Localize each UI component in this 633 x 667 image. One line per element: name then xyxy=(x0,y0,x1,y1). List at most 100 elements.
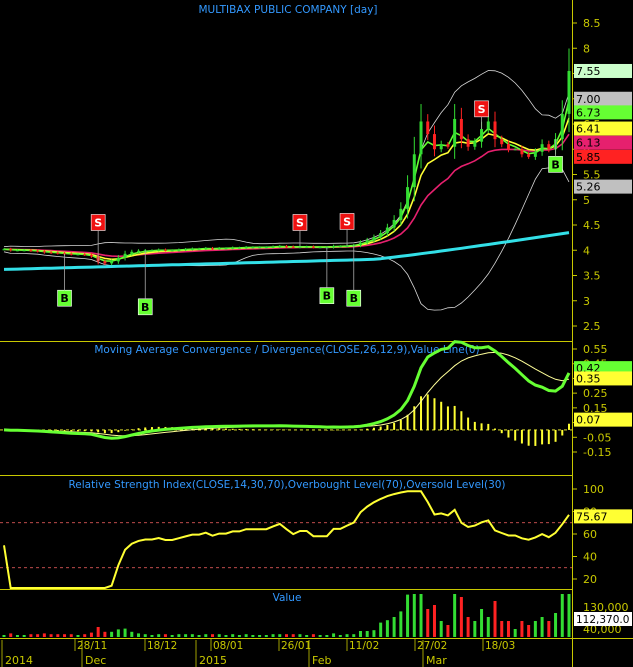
volume-bar xyxy=(103,631,107,637)
candle-body xyxy=(466,139,470,147)
volume-bar xyxy=(231,634,235,637)
date-sub-label: 27/02 xyxy=(417,640,447,652)
candle-body xyxy=(29,250,33,252)
volume-bar xyxy=(399,611,403,637)
candle-body xyxy=(406,187,410,209)
candle-body xyxy=(110,261,114,264)
volume-bar xyxy=(325,635,329,637)
price-value-label: 6.13 xyxy=(574,135,632,150)
candle-body xyxy=(15,250,19,252)
date-sub-label: 18/03 xyxy=(485,640,515,652)
volume-bar xyxy=(150,635,154,637)
volume-bar xyxy=(96,627,100,637)
candle-body xyxy=(358,242,362,246)
candle-body xyxy=(130,251,134,254)
candle-body xyxy=(116,257,120,262)
date-sub-label: 11/02 xyxy=(349,640,379,652)
volume-value-labels: 112,370.0 xyxy=(574,612,632,626)
volume-bar xyxy=(42,633,46,637)
volume-bar xyxy=(211,634,215,637)
price-tick-label: 8.5 xyxy=(583,17,601,30)
candle-body xyxy=(150,250,154,252)
volume-bar xyxy=(466,617,470,637)
volume-bar xyxy=(116,629,120,637)
price-value-label: 7.00 xyxy=(574,91,632,106)
volume-bar xyxy=(352,634,356,637)
price-tick-label: 5 xyxy=(583,194,590,207)
volume-bar xyxy=(453,594,457,637)
rsi-tick-label: 40 xyxy=(583,551,597,564)
candle-body xyxy=(432,134,436,150)
volume-bar xyxy=(392,617,396,637)
volume-bar xyxy=(554,613,558,637)
candle-body xyxy=(412,154,416,188)
volume-bar xyxy=(9,633,13,637)
candle-body xyxy=(338,246,342,248)
macd-tick-label: -0.05 xyxy=(583,431,611,444)
volume-bar xyxy=(237,635,241,637)
macd-value-label: 0.07 xyxy=(574,412,632,427)
signal-label: S xyxy=(343,215,351,228)
volume-bar xyxy=(137,633,141,637)
price-panel-title: MULTIBAX PUBLIC COMPANY [day] xyxy=(198,4,377,16)
candle-body xyxy=(332,246,336,248)
price-value-text: 6.73 xyxy=(576,106,601,119)
volume-bar xyxy=(83,634,87,637)
volume-bar xyxy=(2,635,6,637)
volume-bar xyxy=(506,621,510,637)
candle-body xyxy=(533,151,537,157)
candle-body xyxy=(103,261,107,264)
candle-body xyxy=(22,250,26,252)
date-sub-label: 08/01 xyxy=(213,640,243,652)
date-sub-label: 18/12 xyxy=(147,640,177,652)
rsi-value-labels: 75.67 xyxy=(574,509,632,523)
price-tick-label: 8 xyxy=(583,42,590,55)
macd-value-text: 0.07 xyxy=(576,414,601,427)
candle-body xyxy=(123,253,127,258)
price-tick-label: 3 xyxy=(583,295,590,308)
candle-body xyxy=(251,247,255,249)
volume-bar xyxy=(244,634,248,637)
volume-bar xyxy=(184,634,188,637)
volume-bar xyxy=(157,634,161,637)
volume-bar xyxy=(560,594,564,637)
volume-bar xyxy=(264,635,268,637)
candle-body xyxy=(311,246,315,248)
candle-body xyxy=(237,247,241,249)
price-value-label: 6.41 xyxy=(574,121,632,136)
volume-bar xyxy=(446,625,450,637)
date-sub-label: 28/11 xyxy=(77,640,107,652)
volume-bar xyxy=(305,635,309,637)
volume-bar xyxy=(412,594,416,637)
candle-body xyxy=(527,154,531,157)
volume-bar xyxy=(170,635,174,637)
volume-bar xyxy=(123,628,127,637)
candle-body xyxy=(473,141,477,147)
macd-tick-label: -0.15 xyxy=(583,446,611,459)
candle-body xyxy=(224,248,228,250)
price-value-text: 6.13 xyxy=(576,137,601,150)
price-tick-label: 5.5 xyxy=(583,169,601,182)
candle-body xyxy=(493,121,497,140)
volume-bar xyxy=(486,617,490,637)
candle-body xyxy=(560,113,564,140)
date-main-label: Mar xyxy=(426,654,447,667)
volume-bar xyxy=(318,635,322,637)
volume-value-text: 112,370.0 xyxy=(576,614,629,626)
date-sub-label: 26/01 xyxy=(281,640,311,652)
volume-bar xyxy=(480,609,484,637)
macd-tick-label: 0.55 xyxy=(583,343,608,356)
volume-bar xyxy=(540,617,544,637)
volume-bar xyxy=(459,597,463,637)
candle-body xyxy=(177,249,181,251)
volume-bar xyxy=(204,634,208,637)
candle-body xyxy=(137,250,141,252)
candle-body xyxy=(231,247,235,249)
rsi-panel-title: Relative Strength Index(CLOSE,14,30,70),… xyxy=(68,479,505,491)
candle-body xyxy=(157,249,161,251)
volume-bar xyxy=(365,631,369,637)
date-main-label: 2014 xyxy=(5,654,33,667)
signal-label: S xyxy=(94,216,102,229)
candle-body xyxy=(392,219,396,228)
candle-body xyxy=(426,121,430,135)
